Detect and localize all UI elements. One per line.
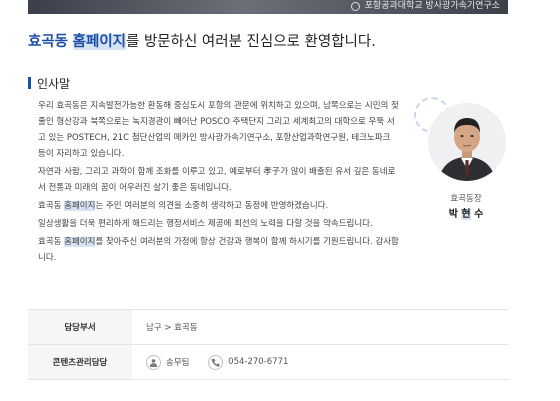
manager-label: 콘텐츠관리담당: [28, 344, 132, 380]
banner-badge-icon: [350, 2, 360, 11]
manager-name-item: 송무팀: [146, 354, 190, 370]
manager-phone-item: 054-270-6771: [208, 354, 288, 370]
phone-icon: [208, 354, 224, 370]
person-icon: [146, 354, 161, 370]
head-name: 박 현 수: [420, 205, 512, 220]
greeting-paragraph: 자연과 사람, 그리고 과학이 함께 조화를 이루고 있고, 예로부터 孝子가 …: [38, 167, 396, 193]
head-portrait-photo: [428, 103, 506, 181]
table-row: 콘텐츠관리담당 송무팀 054-270-6771: [28, 344, 508, 380]
manager-value: 송무팀 054-270-6771: [132, 344, 508, 380]
page-info-table: 담당부서 남구 > 효곡동 콘텐츠관리담당 송무팀 054-270-6771: [28, 309, 508, 380]
banner-caption: 포항공과대학교 방사광가속기연구소: [350, 0, 500, 14]
welcome-rest: 를 방문하신 여러분 진심으로 환영합니다.: [126, 34, 376, 50]
greeting-text-part: 는 주민 여러분의 의견을 소중히 생각하고 동정에 반영하겠습니다.: [95, 201, 329, 211]
dept-value: 남구 > 효곡동: [132, 309, 508, 345]
greeting-paragraph: 효곡동 홈페이지는 주민 여러분의 의견을 소중히 생각하고 동정에 반영하겠습…: [38, 198, 400, 214]
greeting-section-title: 인사말: [28, 75, 70, 92]
table-row: 담당부서 남구 > 효곡동: [28, 309, 508, 345]
greeting-highlight: 홈페이지: [64, 201, 96, 211]
greeting-text-part: 효곡동: [38, 201, 65, 211]
greeting-paragraph: 일상생활을 더욱 편리하게 해드리는 행정서비스 제공에 최선의 노력을 다할 …: [38, 219, 373, 229]
top-banner-image: 포항공과대학교 방사광가속기연구소: [28, 0, 508, 14]
welcome-heading: 효곡동 홈페이지를 방문하신 여러분 진심으로 환영합니다.: [28, 30, 376, 51]
head-name-highlight: 현: [461, 209, 471, 220]
greeting-highlight: 홈페이지: [64, 237, 96, 247]
manager-name: 송무팀: [166, 358, 190, 368]
welcome-highlight: 홈페이지: [72, 34, 127, 50]
welcome-town: 효곡동: [28, 34, 69, 50]
dept-label: 담당부서: [28, 309, 132, 345]
banner-caption-text: 포항공과대학교 방사광가속기연구소: [364, 1, 500, 11]
portrait-illustration: [428, 103, 506, 181]
greeting-paragraph: 우리 효곡동은 지속발전가능한 환동해 중심도시 포항의 관문에 위치하고 있으…: [38, 101, 399, 159]
greeting-text: 우리 효곡동은 지속발전가능한 환동해 중심도시 포항의 관문에 위치하고 있으…: [38, 98, 400, 268]
head-name-part: 박: [448, 209, 458, 220]
greeting-paragraph: 효곡동 홈페이지를 찾아주신 여러분의 가정에 항상 건강과 행복이 함께 하시…: [38, 234, 400, 266]
manager-phone[interactable]: 054-270-6771: [228, 357, 288, 367]
head-role: 효곡동장: [450, 194, 482, 204]
greeting-text-part: 효곡동: [38, 237, 65, 247]
head-name-part: 수: [474, 209, 484, 220]
